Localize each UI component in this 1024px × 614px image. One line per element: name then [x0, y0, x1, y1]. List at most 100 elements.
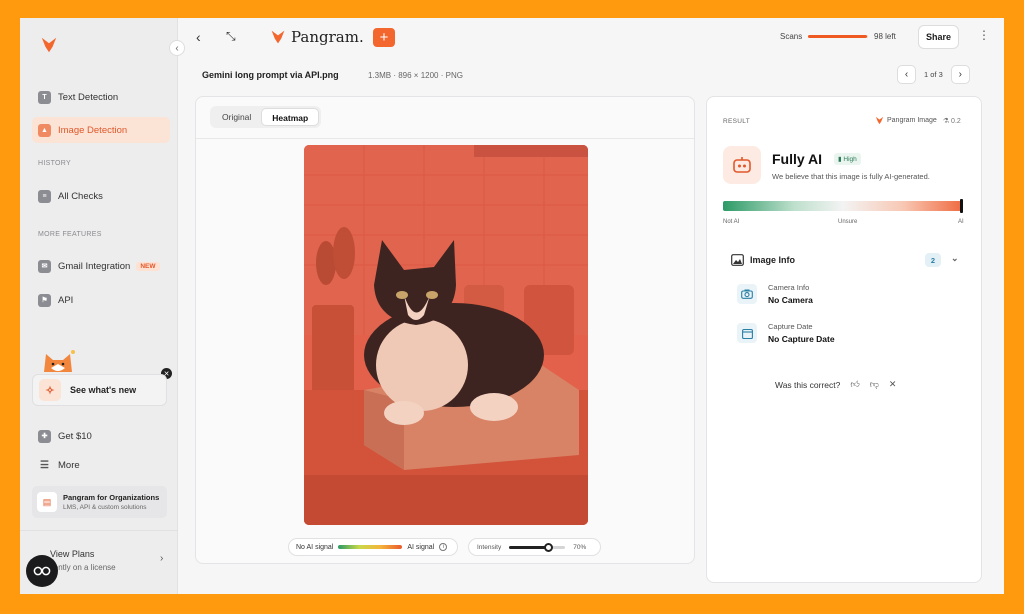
accessibility-eye-button[interactable]: [26, 555, 58, 587]
menu-icon: ☰: [40, 459, 49, 471]
camera-info-item: Camera Info No Camera: [737, 283, 813, 305]
divider: [196, 138, 694, 139]
brand: Pangram.: [270, 28, 364, 46]
sidebar-item-text-detection[interactable]: T Text Detection: [32, 84, 170, 110]
scale-unsure: Unsure: [838, 219, 858, 225]
signal-bars-icon: ▮: [838, 156, 842, 163]
sidebar: ‹ T Text Detection ▲ Image Detection HIS…: [20, 18, 185, 594]
mail-icon: ✉: [38, 259, 51, 273]
scale-ai: AI: [958, 219, 964, 225]
capture-date-text: Capture Date No Capture Date: [768, 322, 835, 344]
feedback-row: Was this correct? 👍︎ 👎︎ ✕: [775, 379, 896, 390]
heatmap-image: [304, 145, 588, 525]
whats-new-card[interactable]: ✧ See what's new: [32, 374, 167, 406]
app-window: ‹ T Text Detection ▲ Image Detection HIS…: [20, 18, 1004, 594]
chevron-down-icon[interactable]: ⌄: [951, 253, 959, 264]
camera-info-key: Camera Info: [768, 283, 810, 292]
scans-progress: [808, 35, 868, 38]
share-button[interactable]: Share: [918, 25, 959, 49]
ai-score-bar: [723, 199, 963, 213]
document-icon: ≡: [38, 189, 51, 203]
pangram-logo-icon: [271, 30, 285, 44]
thumbs-up-icon[interactable]: 👍︎: [850, 379, 859, 390]
more-options-icon[interactable]: ⋮: [978, 28, 990, 42]
more-features-section-label: MORE FEATURES: [38, 231, 102, 238]
legend-gradient: [338, 545, 403, 549]
intensity-value: 70%: [573, 543, 587, 551]
intensity-slider-fill: [509, 545, 549, 549]
close-icon[interactable]: ✕: [889, 379, 897, 390]
new-badge: NEW: [136, 261, 160, 271]
back-icon[interactable]: ‹: [196, 29, 201, 45]
gift-icon: ✚: [38, 429, 51, 443]
feedback-prompt: Was this correct?: [775, 379, 841, 390]
sidebar-item-label: Get $10: [58, 430, 92, 442]
camera-info-text: Camera Info No Camera: [768, 283, 813, 305]
new-scan-button[interactable]: +: [373, 28, 395, 47]
capture-date-key: Capture Date: [768, 322, 813, 331]
file-name: Gemini long prompt via API.png: [202, 70, 339, 80]
sidebar-item-get-10[interactable]: ✚ Get $10: [32, 423, 170, 449]
next-page-button[interactable]: ›: [950, 65, 970, 84]
sidebar-item-label: Image Detection: [58, 124, 128, 136]
sidebar-item-label: All Checks: [58, 190, 103, 202]
robot-icon: [723, 146, 761, 184]
ai-score-marker: [959, 199, 963, 213]
fox-mascot-icon: [44, 350, 75, 372]
camera-icon: [737, 284, 757, 304]
camera-info-value: No Camera: [768, 295, 813, 305]
result-label: RESULT: [723, 118, 750, 125]
organizations-text: Pangram for Organizations LMS, API & cus…: [63, 493, 159, 511]
pangram-logo-icon[interactable]: [40, 36, 58, 54]
model-version-number: 0.2: [951, 117, 961, 125]
scans-remaining: 98 left: [874, 32, 896, 41]
verdict-title: Fully AI: [772, 151, 823, 167]
sidebar-item-more[interactable]: ☰ More: [32, 452, 170, 478]
verdict-description: We believe that this image is fully AI-g…: [772, 172, 930, 181]
info-icon[interactable]: i: [439, 543, 448, 551]
history-section-label: HISTORY: [38, 160, 71, 167]
organizations-title: Pangram for Organizations: [63, 493, 160, 502]
sidebar-item-gmail[interactable]: ✉ Gmail Integration NEW: [32, 253, 170, 279]
scans-progress-fill: [808, 35, 867, 38]
image-icon: [731, 254, 744, 266]
sidebar-item-image-detection[interactable]: ▲ Image Detection: [32, 117, 170, 143]
top-bar: ‹ ⤡ Pangram. + Scans 98 left Share ⋮: [178, 18, 1004, 56]
image-info-header[interactable]: Image Info 2 ⌄: [731, 250, 963, 270]
expand-icon[interactable]: ⤡: [226, 29, 236, 44]
organizations-card[interactable]: ▤ Pangram for Organizations LMS, API & c…: [32, 486, 167, 518]
file-meta: 1.3MB · 896 × 1200 · PNG: [368, 71, 463, 80]
intensity-slider-knob[interactable]: [544, 542, 554, 552]
pangram-logo-icon: [875, 116, 884, 125]
sidebar-item-label: API: [58, 294, 74, 306]
model-version: ⚗ 0.2: [943, 117, 961, 125]
intensity-label: Intensity: [477, 543, 502, 551]
previous-page-button[interactable]: ‹: [897, 65, 916, 84]
image-icon: ▲: [38, 123, 51, 137]
sidebar-item-api[interactable]: ⚑ API: [32, 287, 170, 313]
confidence-badge: ▮ High: [834, 153, 861, 165]
sidebar-item-label: More: [58, 459, 80, 471]
capture-date-item: Capture Date No Capture Date: [737, 322, 835, 344]
sidebar-item-label: Gmail Integration: [58, 260, 131, 272]
thumbs-down-icon[interactable]: 👎︎: [870, 379, 879, 390]
sidebar-item-all-checks[interactable]: ≡ All Checks: [32, 183, 170, 209]
confidence-label: High: [843, 156, 857, 163]
flag-icon: ⚑: [38, 293, 51, 307]
sparkle-icon: ✧: [39, 379, 61, 401]
capture-date-value: No Capture Date: [768, 334, 835, 344]
heatmap-legend: No AI signal AI signal i: [288, 538, 458, 556]
whats-new-label: See what's new: [70, 385, 137, 395]
glasses-icon: [33, 566, 51, 576]
calendar-icon: [737, 323, 757, 343]
image-info-label: Image Info: [750, 255, 796, 265]
tab-original[interactable]: Original: [212, 108, 261, 126]
tab-heatmap[interactable]: Heatmap: [261, 108, 320, 126]
model-name: Pangram Image: [887, 117, 937, 124]
flask-icon: ⚗: [942, 117, 950, 125]
brand-name: Pangram.: [291, 28, 364, 46]
page-indicator: 1 of 3: [924, 70, 943, 79]
image-panel: Original Heatmap No AI signal AI signal …: [195, 96, 695, 564]
intensity-slider[interactable]: [509, 542, 566, 552]
scans-label: Scans: [780, 32, 803, 41]
